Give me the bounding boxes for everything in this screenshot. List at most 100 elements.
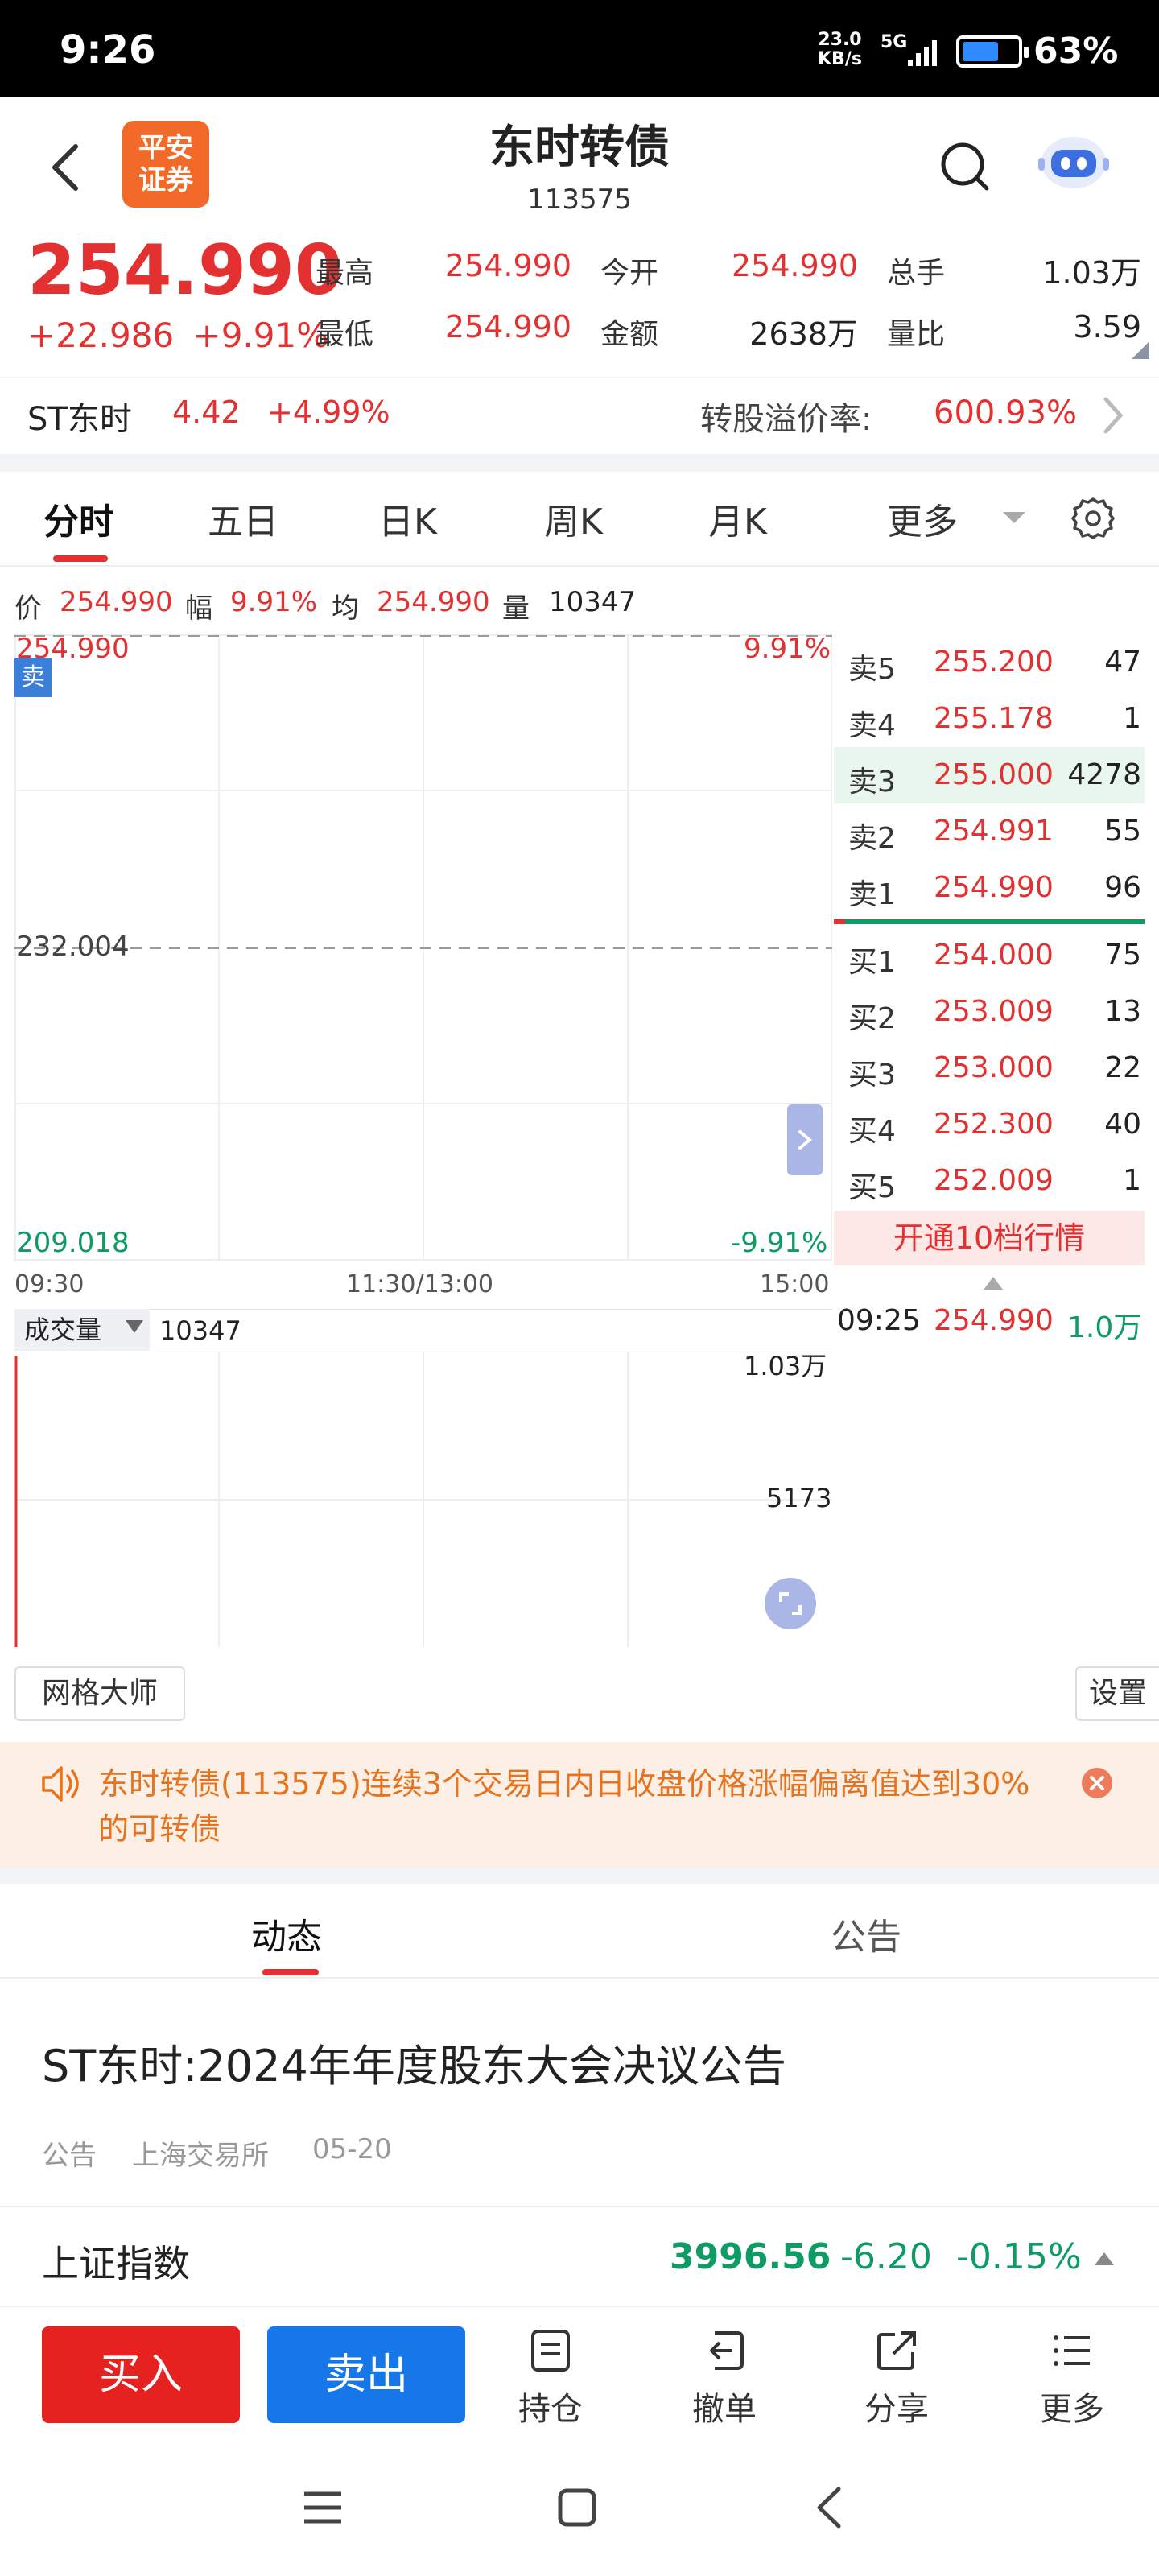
tab-day-k[interactable]: 日K — [378, 493, 437, 544]
volume-mid-label: 5173 — [766, 1483, 832, 1513]
chevron-down-icon[interactable] — [126, 1320, 143, 1333]
ask-row[interactable]: 卖4 255.178 1 — [834, 691, 1145, 747]
buy-button[interactable]: 买入 — [42, 2326, 240, 2423]
ask-row[interactable]: 卖1 254.990 96 — [834, 860, 1145, 916]
chart-settings-button[interactable]: 设置 — [1075, 1666, 1159, 1721]
index-name: 上证指数 — [42, 2242, 190, 2285]
back-arrow-icon[interactable] — [42, 135, 90, 200]
news-source: 上海交易所 — [132, 2140, 269, 2172]
expand-orderbook-icon[interactable] — [787, 1104, 823, 1175]
recent-apps-icon[interactable] — [301, 2486, 344, 2529]
bid-row[interactable]: 买4 252.300 40 — [834, 1096, 1145, 1153]
share-icon — [877, 2331, 916, 2370]
menu-icon — [1054, 2335, 1090, 2366]
signal-label: 5G — [881, 32, 908, 52]
tab-five-day[interactable]: 五日 — [208, 493, 278, 544]
chart-bottom-pct: -9.91% — [731, 1227, 828, 1259]
info-avg-label: 均 — [332, 592, 359, 625]
tick-price: 254.990 — [934, 1304, 1054, 1337]
bid-row[interactable]: 买5 252.009 1 — [834, 1153, 1145, 1209]
time-mid: 11:30/13:00 — [346, 1270, 494, 1298]
chart-prev-close: 232.004 — [16, 931, 130, 963]
position-icon — [531, 2330, 570, 2372]
tab-intraday[interactable]: 分时 — [43, 493, 114, 544]
close-icon[interactable] — [1082, 1768, 1112, 1798]
battery-percent: 63% — [1033, 31, 1119, 72]
ask-row[interactable]: 卖2 254.991 55 — [834, 803, 1145, 860]
amount-label: 金额 — [600, 318, 659, 351]
volume-top-label: 1.03万 — [744, 1351, 827, 1381]
volume-current: 10347 — [159, 1315, 241, 1346]
net-speed: 23.0 KB/s — [818, 30, 862, 69]
high-label: 最高 — [316, 257, 374, 290]
volume-chart[interactable] — [14, 1352, 832, 1647]
chart-top-pct: 9.91% — [744, 633, 831, 665]
battery-icon — [956, 35, 1029, 68]
speaker-icon — [42, 1766, 79, 1802]
low-label: 最低 — [316, 318, 374, 351]
expand-corner-icon[interactable] — [1132, 341, 1149, 359]
section-divider — [0, 454, 1159, 472]
undo-icon — [710, 2331, 744, 2370]
chevron-up-icon[interactable] — [1095, 2252, 1114, 2265]
premium-value: 600.93% — [934, 394, 1077, 431]
position-button[interactable]: 持仓 — [502, 2328, 599, 2429]
intraday-price-chart[interactable] — [14, 634, 832, 1261]
orderbook-divider — [834, 919, 1145, 924]
high-value: 254.990 — [444, 248, 571, 283]
more-button[interactable]: 更多 — [1024, 2328, 1120, 2429]
stock-name: ST东时 — [27, 401, 132, 438]
chevron-right-icon[interactable] — [1098, 393, 1127, 438]
assistant-robot-icon[interactable] — [1035, 129, 1112, 193]
home-icon[interactable] — [555, 2486, 599, 2529]
info-avg: 254.990 — [377, 586, 490, 618]
system-back-icon[interactable] — [808, 2484, 852, 2531]
info-price-label: 价 — [14, 592, 42, 625]
news-type: 公告 — [42, 2140, 97, 2172]
volume-label: 总手 — [887, 257, 946, 290]
gear-icon[interactable] — [1069, 494, 1117, 543]
info-price: 254.990 — [60, 586, 173, 618]
section-divider — [0, 1868, 1159, 1884]
ask-row-highlighted[interactable]: 卖3 255.000 4278 — [834, 747, 1145, 803]
index-value: 3996.56 — [670, 2236, 831, 2277]
price-change: +22.986 +9.91% — [27, 316, 329, 355]
search-icon[interactable] — [937, 135, 993, 200]
ratio-value: 3.59 — [1073, 309, 1141, 345]
info-vol: 10347 — [549, 586, 637, 618]
orderbook-divider-mark — [834, 919, 845, 924]
chevron-up-icon[interactable] — [984, 1277, 1003, 1290]
bid-row[interactable]: 买3 253.000 22 — [834, 1040, 1145, 1096]
amount-value: 2638万 — [749, 316, 858, 352]
notice-text[interactable]: 东时转债(113575)连续3个交易日内日收盘价格涨幅偏离值达到30%的可转债 — [98, 1761, 1032, 1852]
stock-pct: +4.99% — [267, 394, 390, 430]
tab-announcements[interactable]: 公告 — [831, 1908, 901, 1959]
tab-dynamics[interactable]: 动态 — [251, 1908, 322, 1959]
share-button[interactable]: 分享 — [848, 2328, 945, 2429]
news-date: 05-20 — [312, 2133, 392, 2165]
info-pct-label: 幅 — [185, 592, 212, 625]
open-value: 254.990 — [731, 248, 858, 283]
chevron-down-icon[interactable] — [1003, 512, 1025, 523]
open-level10-button[interactable]: 开通10档行情 — [834, 1211, 1145, 1265]
ask-row[interactable]: 卖5 255.200 47 — [834, 634, 1145, 691]
tab-more[interactable]: 更多 — [887, 493, 958, 544]
bid-row[interactable]: 买2 253.009 13 — [834, 984, 1145, 1040]
news-title[interactable]: ST东时:2024年年度股东大会决议公告 — [42, 2030, 786, 2094]
fullscreen-icon[interactable] — [765, 1578, 816, 1629]
info-vol-label: 量 — [502, 592, 530, 625]
last-price: 254.990 — [27, 230, 343, 311]
tab-indicator — [53, 555, 108, 562]
tabs-divider — [0, 1977, 1159, 1979]
tab-week-k[interactable]: 周K — [544, 493, 603, 544]
time-end: 15:00 — [760, 1270, 830, 1298]
broker-logo: 平安 证券 — [122, 121, 209, 208]
bid-row[interactable]: 买1 254.000 75 — [834, 927, 1145, 984]
low-value: 254.990 — [444, 309, 571, 345]
sell-button[interactable]: 卖出 — [267, 2326, 465, 2423]
grid-master-button[interactable]: 网格大师 — [14, 1666, 185, 1721]
cancel-order-button[interactable]: 撤单 — [676, 2328, 773, 2429]
volume-value: 1.03万 — [1042, 255, 1141, 291]
tab-month-k[interactable]: 月K — [708, 493, 767, 544]
sell-tag: 卖 — [14, 658, 52, 697]
